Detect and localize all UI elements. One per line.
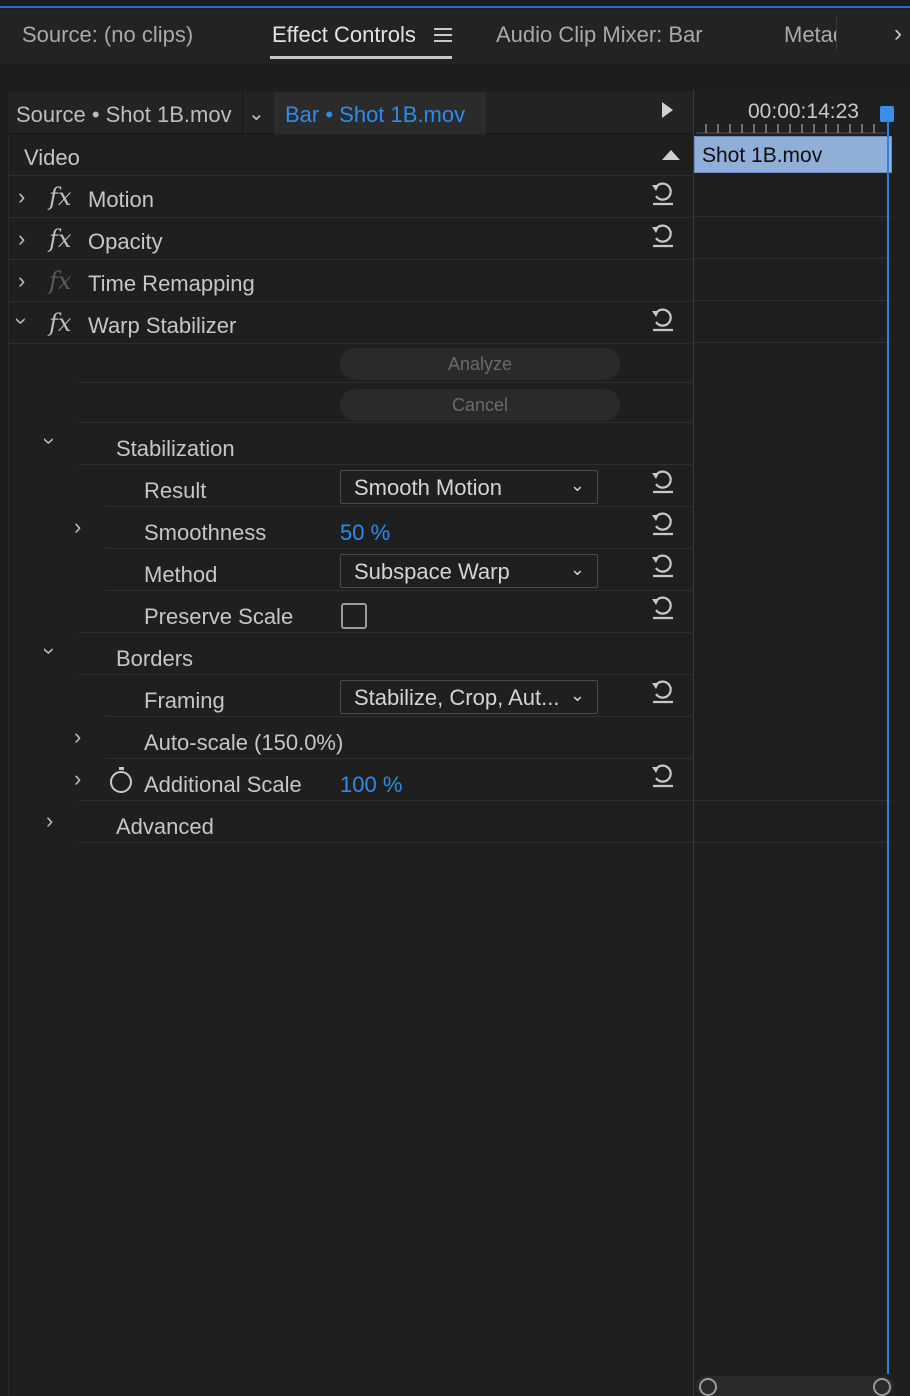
divider bbox=[78, 842, 692, 843]
smoothness-label: Smoothness bbox=[144, 520, 267, 545]
clip-instance-label[interactable]: Bar • Shot 1B.mov bbox=[285, 102, 465, 128]
analyze-button[interactable]: Analyze bbox=[340, 348, 620, 380]
autoscale-label: Auto-scale (150.0%) bbox=[144, 730, 344, 755]
effect-row-time-remapping[interactable]: › fx Time Remapping bbox=[8, 260, 692, 302]
chevron-right-icon[interactable]: › bbox=[18, 268, 25, 294]
scroll-end-handle[interactable] bbox=[873, 1378, 891, 1396]
divider bbox=[694, 258, 892, 259]
reset-icon[interactable] bbox=[650, 182, 676, 206]
video-section-row: Video bbox=[8, 136, 692, 176]
framing-value: Stabilize, Crop, Aut... bbox=[354, 685, 560, 710]
divider bbox=[78, 632, 692, 633]
effect-row-motion[interactable]: › fx Motion bbox=[8, 176, 692, 218]
reset-icon[interactable] bbox=[650, 764, 676, 788]
chevron-down-icon[interactable]: › bbox=[37, 647, 63, 654]
divider bbox=[694, 842, 892, 843]
cancel-button[interactable]: Cancel bbox=[340, 389, 620, 421]
timeline-scrollbar[interactable] bbox=[696, 1376, 894, 1396]
fx-icon[interactable]: fx bbox=[49, 183, 71, 211]
result-value: Smooth Motion bbox=[354, 475, 502, 500]
divider bbox=[106, 506, 692, 507]
chevron-down-icon[interactable]: › bbox=[37, 437, 63, 444]
effect-label-time-remapping: Time Remapping bbox=[88, 271, 255, 296]
divider bbox=[106, 758, 692, 759]
divider bbox=[694, 342, 892, 343]
chevron-right-icon[interactable]: › bbox=[74, 766, 81, 792]
reset-icon[interactable] bbox=[650, 554, 676, 578]
reset-icon[interactable] bbox=[650, 224, 676, 248]
method-label: Method bbox=[144, 562, 218, 587]
panel-menu-icon[interactable] bbox=[434, 28, 452, 42]
preserve-scale-checkbox[interactable] bbox=[341, 603, 367, 629]
fx-icon[interactable]: fx bbox=[49, 225, 71, 253]
tab-source[interactable]: Source: (no clips) bbox=[22, 22, 193, 48]
method-value: Subspace Warp bbox=[354, 559, 510, 584]
tab-overflow-divider bbox=[836, 16, 850, 50]
stopwatch-icon[interactable] bbox=[110, 767, 132, 793]
framing-label: Framing bbox=[144, 688, 225, 713]
preserve-scale-label: Preserve Scale bbox=[144, 604, 294, 629]
source-master-label[interactable]: Source • Shot 1B.mov bbox=[16, 102, 232, 128]
divider bbox=[78, 674, 692, 675]
fx-icon[interactable]: fx bbox=[49, 309, 71, 337]
time-ruler[interactable] bbox=[696, 120, 886, 134]
divider bbox=[106, 548, 692, 549]
effect-label-motion: Motion bbox=[88, 187, 155, 212]
result-dropdown[interactable]: Smooth Motion ⌄ bbox=[340, 470, 598, 504]
divider bbox=[78, 422, 692, 423]
divider bbox=[106, 716, 692, 717]
video-section-label: Video bbox=[24, 145, 80, 170]
chevron-right-icon[interactable]: › bbox=[74, 514, 81, 540]
reset-icon[interactable] bbox=[650, 512, 676, 536]
header-divider bbox=[242, 92, 243, 134]
divider bbox=[694, 800, 892, 801]
active-tab-underline bbox=[270, 56, 452, 59]
effect-label-warp-stabilizer: Warp Stabilizer bbox=[88, 313, 237, 338]
chevron-right-icon[interactable]: › bbox=[46, 808, 53, 834]
fx-icon: fx bbox=[49, 267, 72, 295]
chevron-down-icon: ⌄ bbox=[569, 475, 585, 495]
method-dropdown[interactable]: Subspace Warp ⌄ bbox=[340, 554, 598, 588]
play-icon[interactable] bbox=[662, 102, 673, 118]
chevron-right-icon[interactable]: › bbox=[894, 20, 902, 48]
effect-row-warp-stabilizer[interactable]: › fx Warp Stabilizer bbox=[8, 302, 692, 344]
chevron-right-icon[interactable]: › bbox=[18, 226, 25, 252]
divider bbox=[694, 300, 892, 301]
chevron-right-icon[interactable]: › bbox=[74, 724, 81, 750]
reset-icon[interactable] bbox=[650, 470, 676, 494]
additional-scale-label: Additional Scale bbox=[144, 772, 302, 797]
tab-effect-controls[interactable]: Effect Controls bbox=[272, 22, 416, 48]
smoothness-value[interactable]: 50 % bbox=[340, 520, 390, 546]
chevron-down-icon: ⌄ bbox=[569, 559, 585, 579]
top-accent-line bbox=[0, 0, 910, 8]
collapse-up-icon[interactable] bbox=[662, 150, 680, 160]
reset-icon[interactable] bbox=[650, 596, 676, 620]
borders-group-label: Borders bbox=[116, 646, 194, 671]
framing-dropdown[interactable]: Stabilize, Crop, Aut... ⌄ bbox=[340, 680, 598, 714]
reset-icon[interactable] bbox=[650, 308, 676, 332]
mini-timeline[interactable] bbox=[694, 90, 910, 1396]
chevron-down-icon[interactable]: › bbox=[9, 317, 35, 324]
tab-audio-clip-mixer[interactable]: Audio Clip Mixer: Bar bbox=[496, 22, 703, 48]
divider bbox=[78, 464, 692, 465]
advanced-group-label: Advanced bbox=[116, 814, 214, 839]
stabilization-group-label: Stabilization bbox=[116, 436, 235, 461]
chevron-down-icon[interactable]: ⌄ bbox=[248, 101, 265, 126]
effect-row-opacity[interactable]: › fx Opacity bbox=[8, 218, 692, 260]
divider bbox=[78, 800, 692, 801]
divider bbox=[106, 590, 692, 591]
divider bbox=[78, 382, 692, 383]
result-label: Result bbox=[144, 478, 207, 503]
reset-icon[interactable] bbox=[650, 680, 676, 704]
chevron-down-icon: ⌄ bbox=[569, 685, 585, 705]
additional-scale-value[interactable]: 100 % bbox=[340, 772, 402, 798]
divider bbox=[694, 216, 892, 217]
effect-label-opacity: Opacity bbox=[88, 229, 163, 254]
playhead-line[interactable] bbox=[887, 118, 889, 1374]
chevron-right-icon[interactable]: › bbox=[18, 184, 25, 210]
timeline-clip-name: Shot 1B.mov bbox=[702, 144, 823, 167]
scroll-start-handle[interactable] bbox=[699, 1378, 717, 1396]
